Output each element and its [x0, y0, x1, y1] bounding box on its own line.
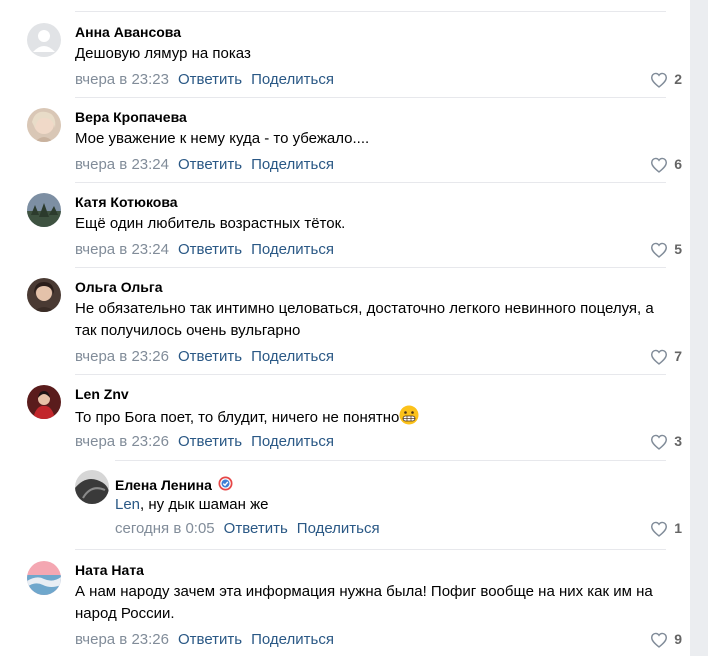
timestamp[interactable]: вчера в 23:26: [75, 433, 169, 450]
timestamp[interactable]: вчера в 23:24: [75, 156, 169, 173]
comment-text: Мое уважение к нему куда - то убежало...…: [75, 130, 370, 147]
separator: [115, 460, 666, 461]
comment-meta: вчера в 23:24 Ответить Поделиться: [75, 156, 334, 173]
timestamp[interactable]: вчера в 23:24: [75, 241, 169, 258]
mention-link[interactable]: Len: [115, 496, 140, 513]
comment-meta: вчера в 23:26 Ответить Поделиться: [75, 631, 334, 648]
like-button[interactable]: 9: [650, 631, 682, 648]
like-count: 9: [674, 631, 682, 647]
like-button[interactable]: 5: [650, 241, 682, 258]
like-count: 3: [674, 433, 682, 449]
comment-text: А нам народу зачем эта информация нужна …: [75, 583, 653, 622]
separator: [75, 11, 666, 12]
separator: [75, 549, 666, 550]
heart-icon: [651, 434, 668, 450]
timestamp[interactable]: сегодня в 0:05: [115, 520, 215, 537]
comment-text-body: То про Бога поет, то блудит, ничего не п…: [75, 409, 400, 426]
avatar[interactable]: [27, 193, 61, 227]
share-button[interactable]: Поделиться: [251, 156, 334, 173]
timestamp[interactable]: вчера в 23:26: [75, 348, 169, 365]
comment-meta: вчера в 23:26 Ответить Поделиться: [75, 348, 334, 365]
comment-text: Ещё один любитель возрастных тёток.: [75, 215, 346, 232]
verified-badge-icon: [217, 475, 234, 495]
share-button[interactable]: Поделиться: [251, 631, 334, 648]
avatar[interactable]: [27, 108, 61, 142]
reply-button[interactable]: Ответить: [178, 156, 242, 173]
like-button[interactable]: 3: [650, 433, 682, 450]
like-button[interactable]: 1: [650, 520, 682, 537]
avatar[interactable]: [27, 385, 61, 419]
like-button[interactable]: 7: [650, 348, 682, 365]
share-button[interactable]: Поделиться: [251, 71, 334, 88]
timestamp[interactable]: вчера в 23:23: [75, 71, 169, 88]
separator: [75, 97, 666, 98]
share-button[interactable]: Поделиться: [297, 520, 380, 537]
author-name[interactable]: Анна Авансова: [75, 24, 181, 40]
heart-icon: [651, 521, 668, 537]
heart-icon: [651, 242, 668, 258]
like-count: 5: [674, 241, 682, 257]
author-name[interactable]: Елена Ленина: [115, 475, 234, 495]
reply-button[interactable]: Ответить: [178, 348, 242, 365]
like-button[interactable]: 2: [650, 71, 682, 88]
like-count: 6: [674, 156, 682, 172]
avatar[interactable]: [27, 278, 61, 312]
author-name[interactable]: Вера Кропачева: [75, 109, 187, 125]
comment-text: То про Бога поет, то блудит, ничего не п…: [75, 405, 655, 432]
heart-icon: [651, 72, 668, 88]
grimacing-face-emoji: [399, 405, 419, 432]
timestamp[interactable]: вчера в 23:26: [75, 631, 169, 648]
like-count: 1: [674, 520, 682, 536]
comment-meta: сегодня в 0:05 Ответить Поделиться: [115, 520, 380, 537]
comment-text: Len, ну дык шаман же: [115, 494, 655, 516]
separator: [75, 267, 666, 268]
heart-icon: [651, 632, 668, 648]
comment-meta: вчера в 23:26 Ответить Поделиться: [75, 433, 334, 450]
reply-button[interactable]: Ответить: [178, 433, 242, 450]
like-count: 2: [674, 71, 682, 87]
like-count: 7: [674, 348, 682, 364]
reply-button[interactable]: Ответить: [224, 520, 288, 537]
reply-button[interactable]: Ответить: [178, 71, 242, 88]
author-name[interactable]: Ольга Ольга: [75, 279, 163, 295]
separator: [75, 374, 666, 375]
separator: [75, 182, 666, 183]
share-button[interactable]: Поделиться: [251, 348, 334, 365]
share-button[interactable]: Поделиться: [251, 433, 334, 450]
comment-text-body: , ну дык шаман же: [140, 496, 269, 513]
reply-button[interactable]: Ответить: [178, 241, 242, 258]
comment-meta: вчера в 23:24 Ответить Поделиться: [75, 241, 334, 258]
share-button[interactable]: Поделиться: [251, 241, 334, 258]
heart-icon: [651, 349, 668, 365]
avatar[interactable]: [27, 561, 61, 595]
comment-meta: вчера в 23:23 Ответить Поделиться: [75, 71, 334, 88]
comment-text: Не обязательно так интимно целоваться, д…: [75, 300, 654, 339]
avatar[interactable]: [75, 470, 109, 504]
reply-button[interactable]: Ответить: [178, 631, 242, 648]
author-name-text: Елена Ленина: [115, 477, 212, 493]
author-name[interactable]: Катя Котюкова: [75, 194, 178, 210]
heart-icon: [651, 157, 668, 173]
author-name[interactable]: Ната Ната: [75, 562, 144, 578]
page-scroll-gutter: [690, 0, 708, 656]
avatar[interactable]: [27, 23, 61, 57]
like-button[interactable]: 6: [650, 156, 682, 173]
author-name[interactable]: Len Znv: [75, 386, 129, 402]
comment-text: Дешовую лямур на показ: [75, 45, 251, 62]
